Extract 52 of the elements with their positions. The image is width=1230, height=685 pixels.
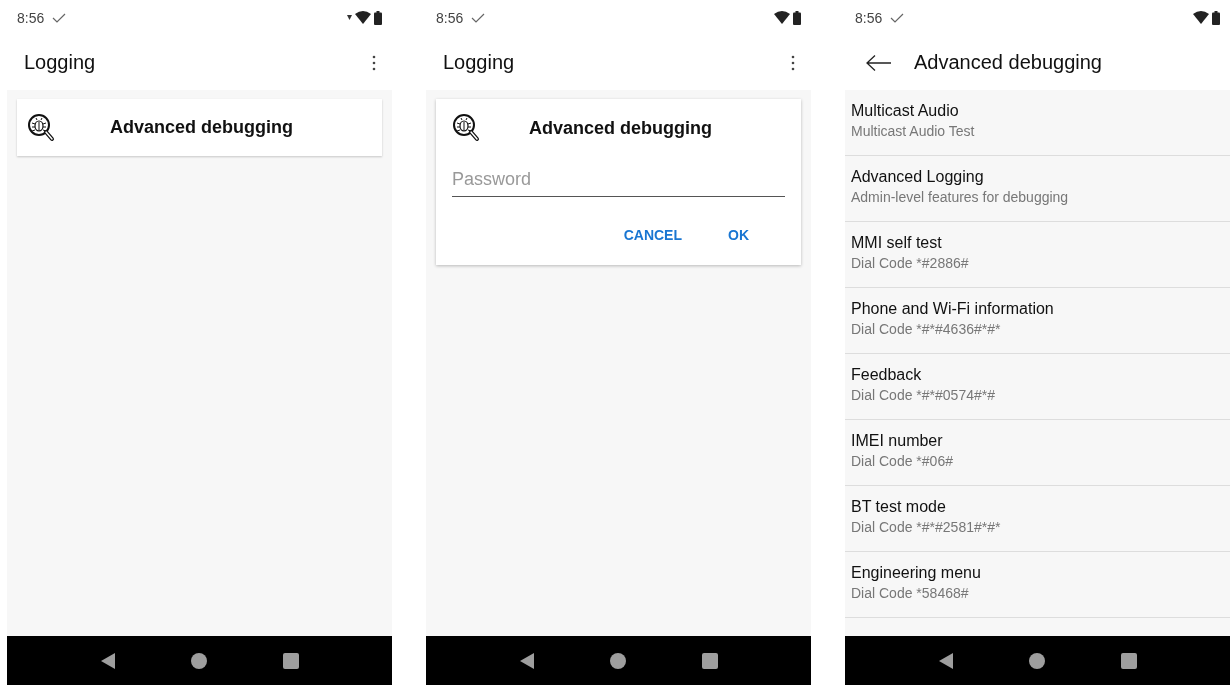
recents-nav-button[interactable] [1120,652,1137,669]
check-icon [52,12,67,23]
app-bar-title: Logging [443,51,516,74]
password-field[interactable]: Password [452,167,785,197]
list-item[interactable]: IMEI number Dial Code *#06# [845,420,1230,486]
square-icon [282,652,299,669]
back-nav-button[interactable] [100,652,115,669]
list-item[interactable]: BT test mode Dial Code *#*#2581#*#* [845,486,1230,552]
list-item[interactable]: MMI self test Dial Code *#2886# [845,222,1230,288]
home-nav-button[interactable] [190,652,207,669]
card-title: Advanced debugging [109,117,294,138]
list-item[interactable]: Feedback Dial Code *#*#0574#*# [845,354,1230,420]
list-item[interactable]: Phone and Wi-Fi information Dial Code *#*#4636#*#* [845,288,1230,354]
battery-icon [1212,10,1220,25]
dialog-button[interactable]: OK [720,223,757,247]
circle-icon [190,652,207,669]
recents-nav-button[interactable] [282,652,299,669]
list-item[interactable]: Advanced Logging Admin-level features for debugging [845,156,1230,222]
status-time: 8:56 [436,9,464,26]
check-icon [471,12,486,23]
bug-magnifier-icon [452,113,480,143]
wifi-icon [1193,11,1209,24]
app-bar-title: Logging [24,51,97,74]
list-item[interactable]: Engineering menu Dial Code *58468# [845,552,1230,618]
bug-magnifier-icon [27,112,55,143]
advanced-debugging-card[interactable]: Advanced debugging [17,99,382,156]
home-nav-button[interactable] [609,652,626,669]
square-icon [701,652,718,669]
dialog-title: Advanced debugging [528,117,713,139]
list-item[interactable]: Multicast Audio Multicast Audio Test [845,90,1230,156]
circle-icon [609,652,626,669]
back-nav-button[interactable] [519,652,534,669]
check-icon [890,12,905,23]
circle-icon [1028,652,1045,669]
square-icon [1120,652,1137,669]
status-time: 8:56 [17,9,45,26]
status-time: 8:56 [855,9,883,26]
battery-icon [793,10,801,25]
triangle-icon [519,652,534,669]
more-options-icon[interactable] [372,54,376,71]
back-arrow-icon [866,54,892,71]
triangle-icon [100,652,115,669]
recents-nav-button[interactable] [701,652,718,669]
battery-icon [374,10,382,25]
triangle-icon [938,652,953,669]
dialog-button[interactable]: CANCEL [615,223,690,247]
more-options-icon[interactable] [791,54,795,71]
wifi-icon [355,11,371,24]
back-nav-button[interactable] [938,652,953,669]
home-nav-button[interactable] [1028,652,1045,669]
wifi-icon [774,11,790,24]
app-bar-title: Advanced debugging [914,51,1103,74]
